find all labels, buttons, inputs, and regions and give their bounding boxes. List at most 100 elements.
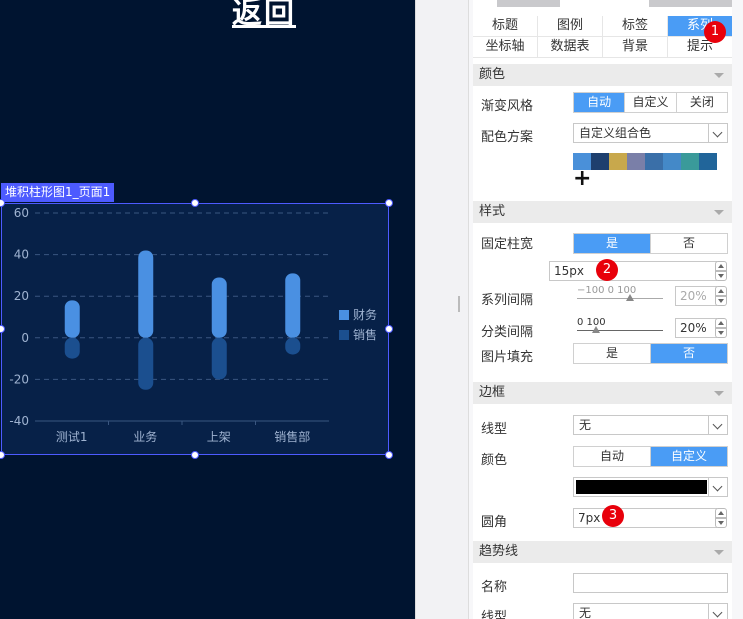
- step-up-icon[interactable]: [715, 261, 727, 271]
- resize-handle-tm[interactable]: [191, 199, 199, 207]
- bar-width-value: 15px: [554, 264, 584, 278]
- color-swatch-7[interactable]: [681, 153, 699, 170]
- border-line-type-label: 线型: [481, 422, 508, 437]
- y-tick-label: 0: [21, 331, 29, 345]
- trend-name-input[interactable]: [573, 573, 728, 593]
- border-color-picker[interactable]: [573, 477, 728, 497]
- color-scheme-label: 配色方案: [481, 130, 534, 145]
- series-gap-stepper[interactable]: [715, 286, 727, 306]
- design-canvas[interactable]: 返回 堆积柱形图1_页面1 60 40 20 0 -20 -40 测试1 业务 上架 销售部 财务销…: [0, 0, 415, 619]
- tab-title[interactable]: 标题: [473, 16, 538, 36]
- corner-radius-stepper[interactable]: [715, 508, 727, 528]
- chevron-down-icon[interactable]: [708, 124, 727, 142]
- divider-grip[interactable]: [458, 296, 462, 312]
- series-gap-input[interactable]: 20%: [675, 286, 717, 306]
- bar-width-input[interactable]: 15px: [549, 261, 717, 281]
- bar-sales: [285, 337, 301, 355]
- collapse-caret-icon[interactable]: [714, 550, 724, 555]
- gradient-off-option[interactable]: 关闭: [677, 93, 727, 112]
- resize-handle-bl[interactable]: [0, 451, 5, 459]
- tab-legend[interactable]: 图例: [538, 16, 603, 36]
- trend-line-type-value: 无: [579, 606, 592, 619]
- category-gap-label: 分类间隔: [481, 325, 534, 340]
- fixed-width-yes-option[interactable]: 是: [574, 234, 651, 253]
- color-swatch-6[interactable]: [663, 153, 681, 170]
- y-tick-label: -20: [9, 372, 29, 386]
- stacked-bar-chart[interactable]: 60 40 20 0 -20 -40 测试1 业务 上架 销售部 财务销售: [1, 203, 389, 455]
- back-heading[interactable]: 返回: [232, 0, 296, 32]
- step-down-icon[interactable]: [715, 296, 727, 306]
- category-gap-stepper[interactable]: [715, 318, 727, 338]
- color-swatch-2[interactable]: [591, 153, 609, 170]
- collapse-caret-icon[interactable]: [714, 210, 724, 215]
- step-up-icon[interactable]: [715, 286, 727, 296]
- step-down-icon[interactable]: [715, 328, 727, 338]
- panel-scrollbar[interactable]: [732, 0, 743, 619]
- section-style[interactable]: 样式: [473, 201, 732, 223]
- resize-handle-bm[interactable]: [191, 451, 199, 459]
- border-color-swatch: [576, 480, 707, 494]
- border-color-auto-option[interactable]: 自动: [574, 447, 651, 466]
- color-swatch-5[interactable]: [645, 153, 663, 170]
- fixed-width-label: 固定柱宽: [481, 237, 534, 252]
- color-scheme-select[interactable]: 自定义组合色: [573, 123, 728, 143]
- image-fill-yes-option[interactable]: 是: [574, 344, 651, 363]
- border-line-type-select[interactable]: 无: [573, 415, 728, 435]
- tab-label[interactable]: 标签: [603, 16, 668, 36]
- slider-thumb[interactable]: [592, 326, 600, 333]
- image-fill-no-option[interactable]: 否: [651, 344, 727, 363]
- trend-line-type-select[interactable]: 无: [573, 603, 728, 619]
- collapse-caret-icon[interactable]: [714, 391, 724, 396]
- color-swatch-row: [573, 153, 717, 170]
- series-gap-value: 20%: [680, 289, 707, 303]
- resize-handle-br[interactable]: [385, 451, 393, 459]
- series-gap-label: 系列间隔: [481, 293, 534, 308]
- slider-thumb[interactable]: [626, 294, 634, 301]
- border-color-toggle: 自动 自定义: [573, 446, 728, 467]
- chevron-down-icon[interactable]: [708, 478, 727, 496]
- color-swatch-4[interactable]: [627, 153, 645, 170]
- bar-width-stepper[interactable]: [715, 261, 727, 281]
- series-gap-slider[interactable]: −100 0 100: [577, 285, 667, 305]
- category-gap-slider[interactable]: 0 100: [577, 317, 667, 337]
- gradient-style-label: 渐变风格: [481, 99, 534, 114]
- section-color[interactable]: 颜色: [473, 64, 732, 86]
- section-border[interactable]: 边框: [473, 382, 732, 404]
- step-up-icon[interactable]: [715, 318, 727, 328]
- top-tab-b[interactable]: [649, 0, 739, 7]
- resize-handle-mr[interactable]: [385, 325, 393, 333]
- color-swatch-8[interactable]: [699, 153, 717, 170]
- category-gap-input[interactable]: 20%: [675, 318, 717, 338]
- bar-sales: [211, 337, 227, 380]
- tab-axis[interactable]: 坐标轴: [473, 37, 538, 57]
- fixed-width-no-option[interactable]: 否: [651, 234, 727, 253]
- tab-background[interactable]: 背景: [603, 37, 668, 57]
- step-down-icon[interactable]: [715, 518, 727, 528]
- corner-radius-label: 圆角: [481, 515, 508, 530]
- top-tab-strip: [473, 0, 739, 7]
- y-tick-label: 60: [14, 206, 29, 220]
- corner-radius-input[interactable]: 7px: [573, 508, 717, 528]
- color-swatch-3[interactable]: [609, 153, 627, 170]
- chevron-down-icon[interactable]: [708, 604, 727, 619]
- collapse-caret-icon[interactable]: [714, 73, 724, 78]
- step-down-icon[interactable]: [715, 271, 727, 281]
- border-color-custom-option[interactable]: 自定义: [651, 447, 727, 466]
- add-color-icon[interactable]: +: [573, 168, 591, 190]
- x-tick-label: 业务: [133, 429, 157, 444]
- chevron-down-icon[interactable]: [708, 416, 727, 434]
- bar-sales: [64, 337, 80, 359]
- step-up-icon[interactable]: [715, 508, 727, 518]
- panel-divider[interactable]: [415, 0, 468, 619]
- gradient-auto-option[interactable]: 自动: [574, 93, 626, 112]
- resize-handle-tr[interactable]: [385, 199, 393, 207]
- top-tab-a[interactable]: [497, 0, 560, 7]
- annotation-badge-2: 2: [596, 259, 618, 281]
- section-trendline[interactable]: 趋势线: [473, 541, 732, 563]
- gradient-custom-option[interactable]: 自定义: [625, 93, 677, 112]
- y-tick-label: 20: [14, 289, 29, 303]
- bar-finance: [211, 277, 227, 338]
- tab-datatable[interactable]: 数据表: [538, 37, 603, 57]
- fixed-width-toggle: 是 否: [573, 233, 728, 254]
- legend-label: 销售: [353, 327, 377, 342]
